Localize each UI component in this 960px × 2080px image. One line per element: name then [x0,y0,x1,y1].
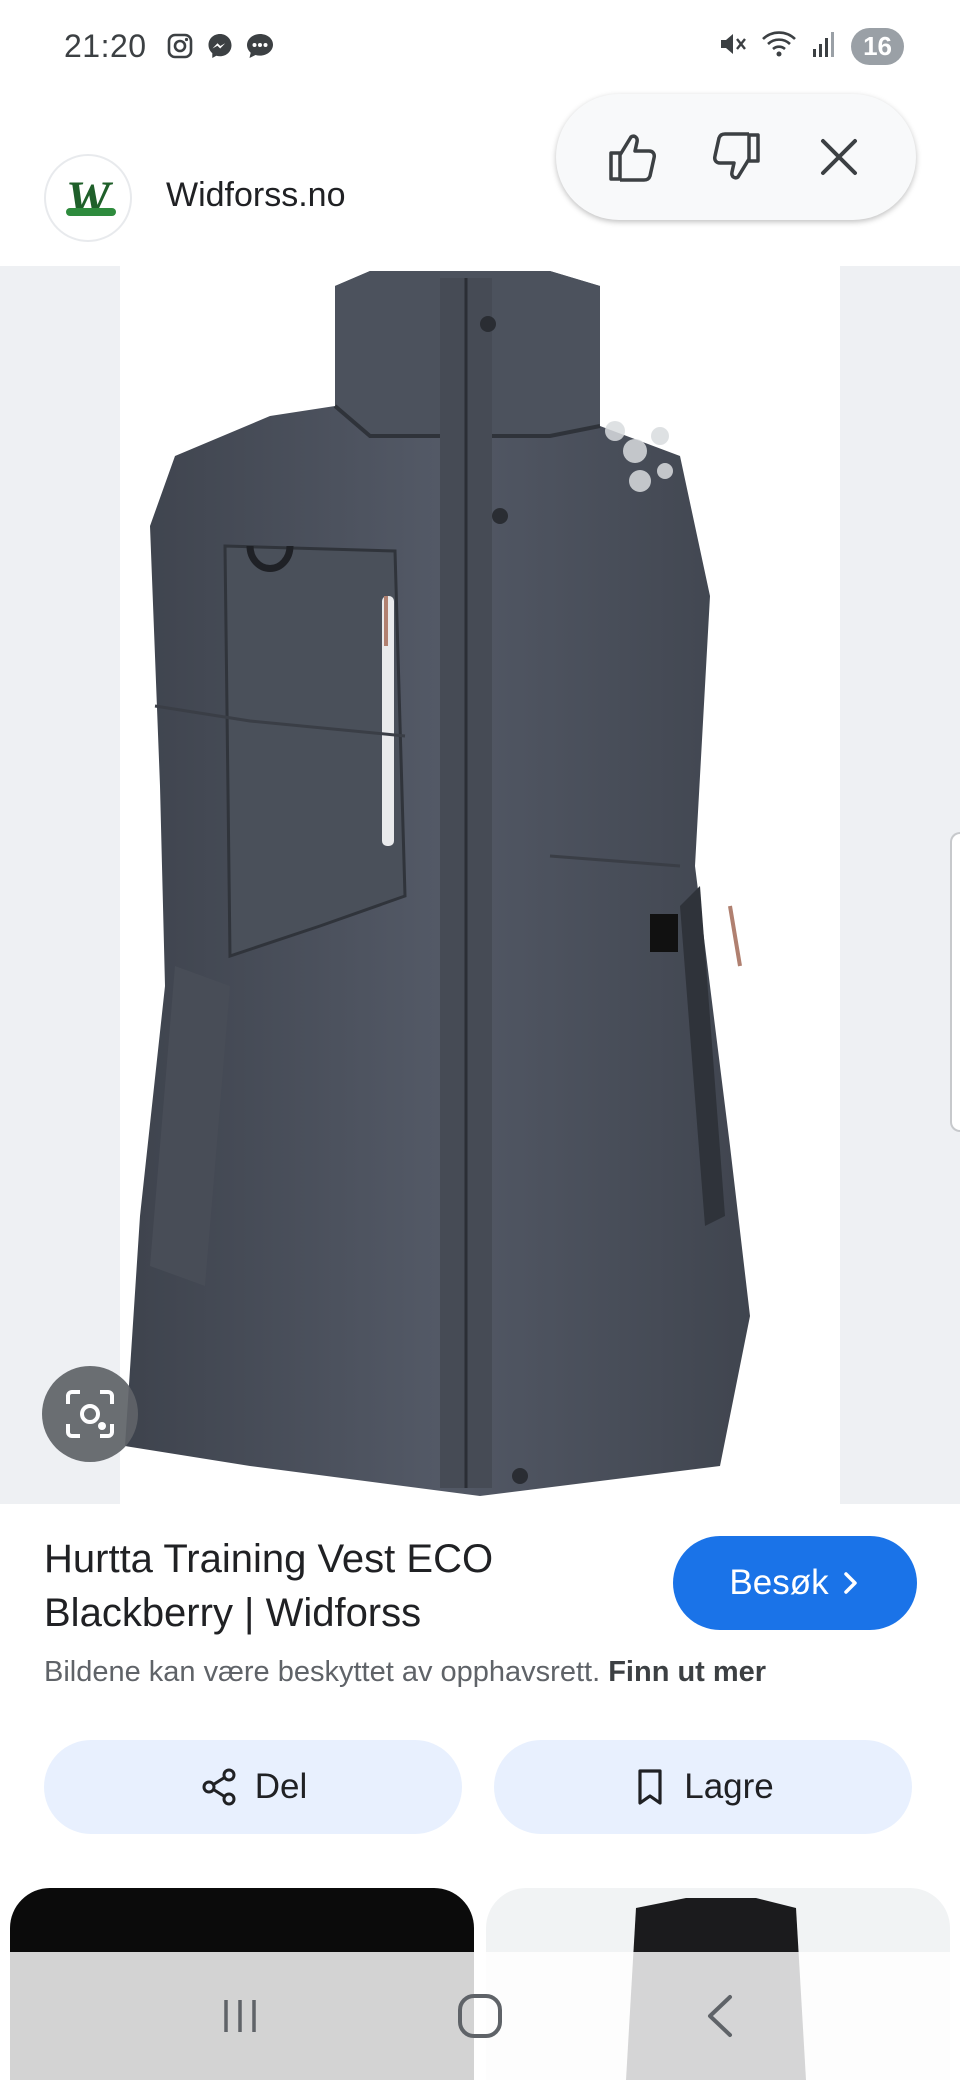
status-indicators: 16 [717,27,904,65]
copyright-notice: Bildene kan være beskyttet av opphavsret… [44,1656,766,1689]
home-button[interactable] [435,1971,525,2061]
logo-swoosh [66,208,116,216]
vest-illustration [125,271,750,1496]
learn-more-link[interactable]: Finn ut mer [608,1656,766,1688]
recent-apps-button[interactable] [195,1971,285,2061]
home-icon [458,1994,502,2038]
signal-icon [811,29,837,64]
back-icon [708,1995,732,2037]
thumbs-up-icon[interactable] [598,122,668,192]
wifi-icon [761,29,797,64]
visit-label: Besøk [729,1563,829,1602]
messenger-icon [205,31,235,61]
share-button[interactable]: Del [44,1740,462,1834]
notification-icons [165,31,275,61]
chevron-right-icon [843,1572,857,1594]
image-preview-area [0,266,960,1504]
chat-icon [245,31,275,61]
system-nav-bar [0,1952,960,2080]
recent-apps-icon [224,2000,256,2032]
feedback-pill [556,94,916,220]
side-panel-handle[interactable] [950,832,960,1132]
thumbs-down-icon[interactable] [701,122,771,192]
product-image[interactable] [120,266,840,1504]
share-label: Del [254,1767,308,1806]
site-name[interactable]: Widforss.no [166,176,346,215]
lens-icon [66,1390,114,1438]
save-label: Lagre [684,1767,774,1806]
site-logo[interactable]: W [44,154,132,242]
status-time: 21:20 [64,27,147,64]
bookmark-icon [638,1769,662,1805]
status-bar: 21:20 16 [0,0,960,92]
back-button[interactable] [675,1971,765,2061]
close-icon[interactable] [804,122,874,192]
lens-search-button[interactable] [42,1366,138,1462]
instagram-icon [165,31,195,61]
copyright-text: Bildene kan være beskyttet av opphavsret… [44,1656,601,1688]
mute-icon [717,29,747,64]
save-button[interactable]: Lagre [494,1740,912,1834]
battery-indicator: 16 [851,27,904,65]
result-title[interactable]: Hurtta Training Vest ECO Blackberry | Wi… [44,1532,644,1640]
visit-button[interactable]: Besøk [673,1536,917,1630]
share-icon [202,1768,236,1806]
